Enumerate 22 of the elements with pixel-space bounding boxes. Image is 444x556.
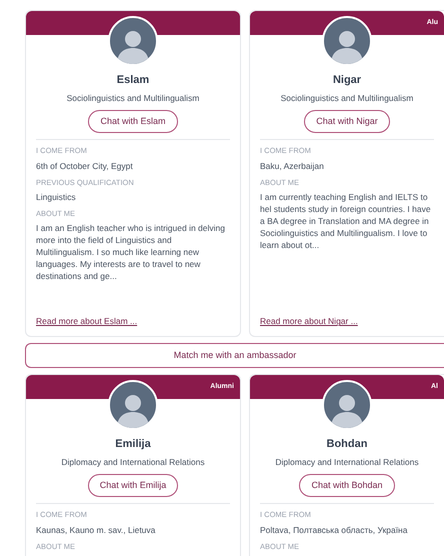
read-more-link[interactable]: Read more about Eslam ... — [36, 315, 138, 328]
section-text: Poltava, Полтавська область, Україна — [260, 524, 408, 536]
chat-button[interactable]: Chat with Eslam — [88, 110, 178, 134]
ambassador-name: Bohdan — [326, 437, 368, 452]
section-text: Linguistics — [36, 190, 77, 203]
chat-button[interactable]: Chat with Bohdan — [299, 474, 395, 498]
match-button[interactable]: Match me with an ambassador — [25, 343, 444, 368]
program-name: Sociolinguistics and Multilingualism — [66, 92, 200, 104]
section-text: Kaunas, Kauno m. sav., Lietuva — [36, 524, 156, 536]
section-text: Baku, Azerbaijan — [260, 160, 325, 172]
ambassador-name: Eslam — [116, 73, 150, 88]
chat-button[interactable]: Chat with Emilija — [88, 474, 178, 498]
section-text: 6th of October City, Egypt — [36, 160, 134, 172]
read-more-link[interactable]: Read more about Nigar ... — [260, 315, 358, 328]
program-name: Diplomacy and International Relations — [275, 456, 419, 468]
ambassador-name: Nigar — [332, 73, 362, 88]
chat-button[interactable]: Chat with Nigar — [304, 110, 390, 134]
program-name: Diplomacy and International Relations — [61, 456, 205, 468]
program-name: Sociolinguistics and Multilingualism — [280, 92, 414, 104]
section-text: I am currently teaching English and IELTS to hel students study in foreign countries. I have a BA degree in Translation and MA degree in Sociolinguistics and Multilingualism. I love to learn about ot... — [260, 190, 432, 251]
ambassador-name: Emilija — [115, 437, 151, 452]
section-text: I am an English teacher who is intrigued in delving more into the field of Linguistics and Multilingualism. I so much like learning new languages. My interests are to travel to new destinations and ge... — [36, 222, 226, 282]
